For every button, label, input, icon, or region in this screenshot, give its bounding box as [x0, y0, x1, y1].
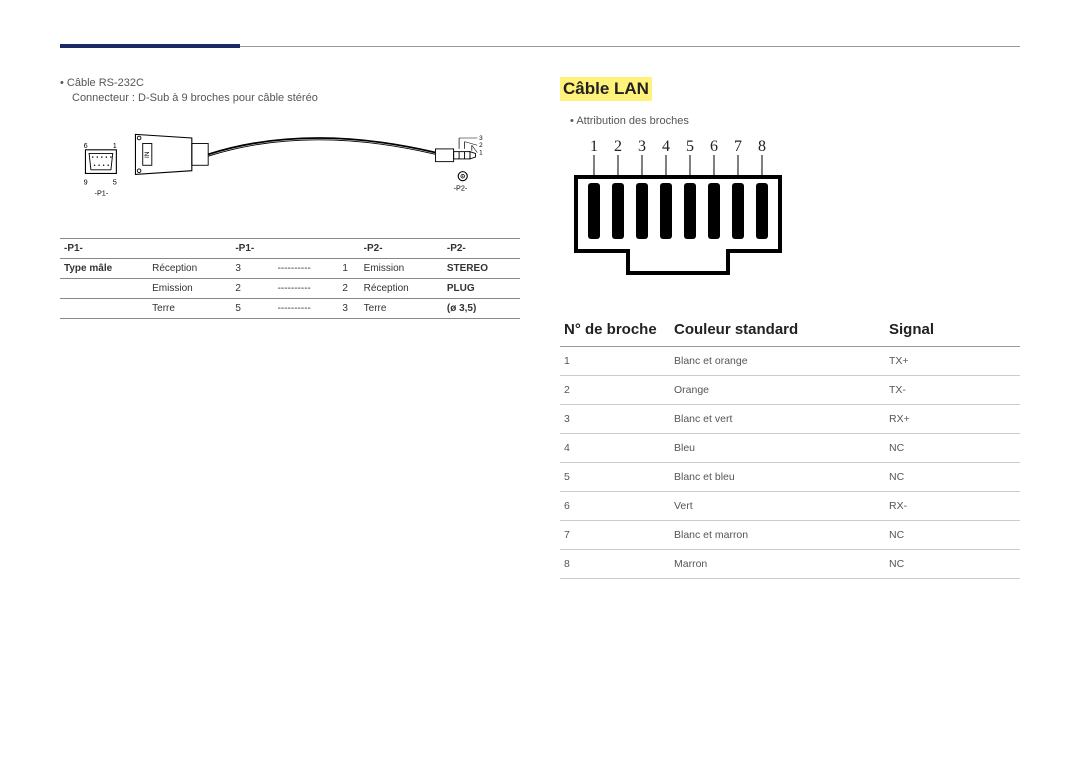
header-bar [60, 40, 1020, 52]
lan-th-signal: Signal [885, 313, 1020, 347]
right-column: Câble LAN Attribution des broches 1 2 3 … [560, 77, 1020, 579]
svg-text:8: 8 [758, 138, 766, 155]
svg-text:9: 9 [84, 177, 88, 186]
svg-text:5: 5 [686, 138, 694, 155]
svg-text:3: 3 [479, 135, 483, 142]
t1-h1: -P1- [60, 239, 148, 259]
svg-text:2: 2 [614, 138, 622, 155]
rs232-diagram: 6 1 9 5 -P1- IN [60, 118, 520, 218]
left-column: Câble RS-232C Connecteur : D-Sub à 9 bro… [60, 77, 520, 579]
svg-text:2: 2 [479, 142, 483, 149]
svg-text:4: 4 [662, 138, 670, 155]
header-accent [60, 44, 240, 48]
svg-text:6: 6 [710, 138, 718, 155]
svg-text:1: 1 [479, 149, 483, 156]
row-label: Type mâle [60, 259, 148, 279]
rs232-bullet: Câble RS-232C [60, 77, 520, 89]
rs232-subtext: Connecteur : D-Sub à 9 broches pour câbl… [72, 92, 520, 104]
lan-th-color: Couleur standard [670, 313, 885, 347]
rj45-diagram: 1 2 3 4 5 6 7 8 [568, 133, 1020, 283]
t1-h2: -P1- [231, 239, 273, 259]
svg-text:3: 3 [638, 138, 646, 155]
svg-text:7: 7 [734, 138, 742, 155]
svg-text:1: 1 [590, 138, 598, 155]
lan-title: Câble LAN [560, 77, 652, 101]
rs232-pin-table: -P1- -P1- -P2- -P2- Type mâle Réception … [60, 238, 520, 319]
t1-h3: -P2- [360, 239, 443, 259]
header-rule [240, 46, 1020, 47]
svg-text:-P1-: -P1- [95, 188, 109, 197]
svg-text:6: 6 [84, 141, 88, 150]
svg-text:5: 5 [113, 177, 117, 186]
t1-h4: -P2- [443, 239, 520, 259]
lan-pin-table: N° de broche Couleur standard Signal 1Bl… [560, 313, 1020, 579]
svg-text:-P2-: -P2- [454, 184, 468, 193]
svg-text:IN: IN [144, 151, 151, 158]
lan-bullet: Attribution des broches [570, 115, 1020, 127]
svg-text:1: 1 [113, 141, 117, 150]
lan-th-pin: N° de broche [560, 313, 670, 347]
